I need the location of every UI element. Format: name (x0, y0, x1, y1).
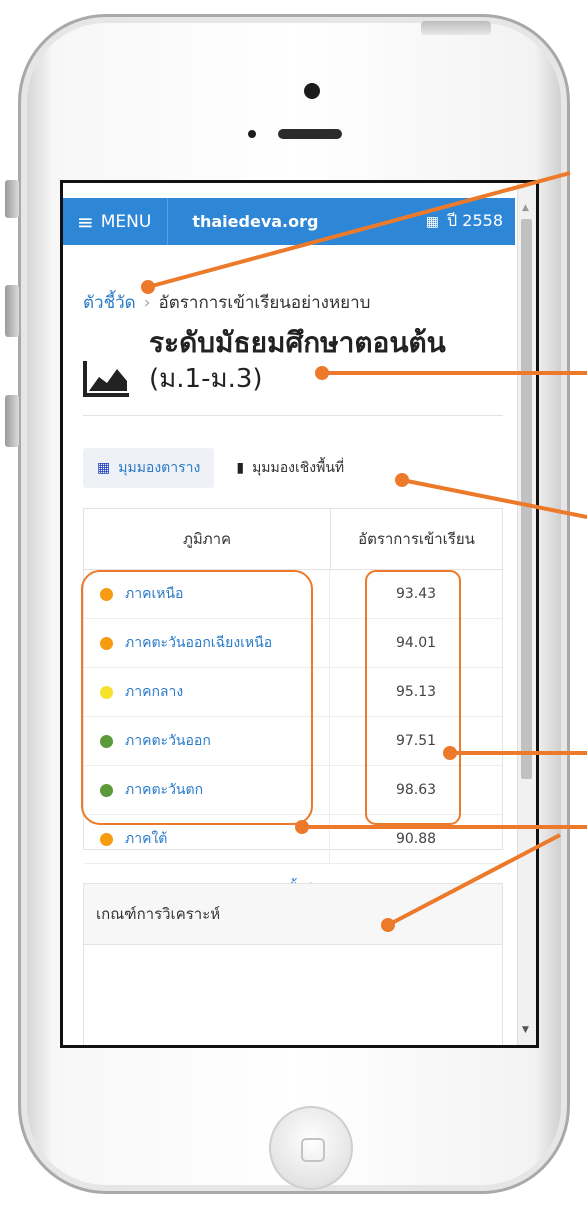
scroll-down-arrow-icon[interactable]: ▼ (522, 1025, 529, 1035)
volume-up-button (5, 285, 19, 337)
region-link[interactable]: ภาคกลาง (125, 681, 183, 703)
status-dot-icon (100, 734, 113, 748)
hamburger-icon: ≡ (77, 209, 94, 234)
speaker-grille (278, 129, 342, 139)
criteria-title[interactable]: เกณฑ์การวิเคราะห์ (84, 884, 502, 945)
status-dot-icon (100, 783, 113, 797)
region-link[interactable]: ภาคตะวันออก (125, 730, 211, 752)
home-square-icon (301, 1138, 325, 1162)
page-title: ระดับมัธยมศึกษาตอนต้น (ม.1-ม.3) (149, 325, 446, 399)
page-header: ระดับมัธยมศึกษาตอนต้น (ม.1-ม.3) (81, 325, 446, 399)
status-dot-icon (100, 587, 113, 601)
view-tabs: ▦ มุมมองตาราง ▮ มุมมองเชิงพื้นที่ (83, 448, 358, 488)
year-label: ปี 2558 (447, 211, 503, 230)
scrollbar[interactable]: ▲ ▼ (517, 183, 536, 1045)
tab-table-label: มุมมองตาราง (118, 460, 201, 476)
table-row: ภาคใต้ 90.88 (84, 815, 502, 864)
region-cell[interactable]: ภาคใต้ (84, 815, 330, 863)
region-link[interactable]: ภาคตะวันออกเฉียงเหนือ (125, 632, 272, 654)
volume-down-button (5, 395, 19, 447)
year-selector[interactable]: ▦ ปี 2558 (426, 209, 503, 234)
tab-map-label: มุมมองเชิงพื้นที่ (252, 460, 345, 476)
rate-value: 98.63 (395, 782, 437, 798)
divider (83, 415, 503, 416)
region-cell[interactable]: ภาคกลาง (84, 668, 330, 716)
criteria-panel: เกณฑ์การวิเคราะห์ (83, 883, 503, 1045)
rate-value: 95.13 (395, 684, 437, 700)
page-title-text: ระดับมัธยมศึกษาตอนต้น (149, 326, 446, 359)
page-subtitle: (ม.1-ม.3) (149, 364, 263, 394)
breadcrumb: ตัวชี้วัด › อัตราการเข้าเรียนอย่างหยาบ (83, 289, 370, 316)
area-chart-icon (83, 361, 129, 397)
top-navbar: ≡ MENU thaiedeva.org ▦ ปี 2558 (63, 198, 515, 245)
rate-value: 94.01 (395, 635, 437, 651)
brand-link[interactable]: thaiedeva.org (192, 212, 318, 231)
grid-icon: ▦ (97, 460, 111, 476)
power-button (421, 21, 491, 35)
header-region: ภูมิภาค (84, 509, 331, 569)
tab-table-view[interactable]: ▦ มุมมองตาราง (83, 448, 215, 488)
table-row: ภาคตะวันออกเฉียงเหนือ 94.01 (84, 619, 502, 668)
sensor-icon (248, 130, 256, 138)
region-link[interactable]: ภาคใต้ (125, 828, 167, 850)
calendar-icon: ▦ (425, 213, 440, 230)
region-cell[interactable]: ภาคเหนือ (84, 570, 330, 618)
breadcrumb-current: อัตราการเข้าเรียนอย่างหยาบ (158, 293, 371, 313)
menu-label: MENU (100, 211, 152, 232)
header-rate: อัตราการเข้าเรียน (358, 530, 475, 548)
breadcrumb-root-link[interactable]: ตัวชี้วัด (83, 293, 136, 313)
table-header: ภูมิภาค อัตราการเข้าเรียน (84, 509, 502, 570)
tab-map-view[interactable]: ▮ มุมมองเชิงพื้นที่ (222, 448, 358, 488)
menu-button[interactable]: ≡ MENU (63, 198, 169, 245)
region-link[interactable]: ภาคเหนือ (125, 583, 183, 605)
status-dot-icon (100, 636, 113, 650)
scrollbar-thumb[interactable] (521, 219, 532, 779)
region-cell[interactable]: ภาคตะวันออก (84, 717, 330, 765)
status-dot-icon (100, 685, 113, 699)
table-row: ภาคเหนือ 93.43 (84, 570, 502, 619)
rate-value: 93.43 (395, 586, 437, 602)
status-dot-icon (100, 832, 113, 846)
phone-screen: ≡ MENU thaiedeva.org ▦ ปี 2558 ▲ ▼ ตัวชี… (60, 180, 539, 1048)
mute-switch (5, 180, 19, 218)
scroll-up-arrow-icon[interactable]: ▲ (522, 203, 529, 213)
table-row: ภาคกลาง 95.13 (84, 668, 502, 717)
home-button[interactable] (269, 1106, 353, 1190)
region-cell[interactable]: ภาคตะวันตก (84, 766, 330, 814)
camera-icon (304, 83, 320, 99)
table-row: ภาคตะวันตก 98.63 (84, 766, 502, 815)
rate-value: 90.88 (395, 831, 437, 847)
region-cell[interactable]: ภาคตะวันออกเฉียงเหนือ (84, 619, 330, 667)
map-icon: ▮ (236, 460, 245, 476)
rate-value: 97.51 (395, 733, 437, 749)
region-table: ภูมิภาค อัตราการเข้าเรียน ภาคเหนือ 93.43 ภ… (83, 508, 503, 897)
table-row: ภาคตะวันออก 97.51 (84, 717, 502, 766)
chevron-right-icon: › (143, 293, 151, 313)
region-link[interactable]: ภาคตะวันตก (125, 779, 203, 801)
